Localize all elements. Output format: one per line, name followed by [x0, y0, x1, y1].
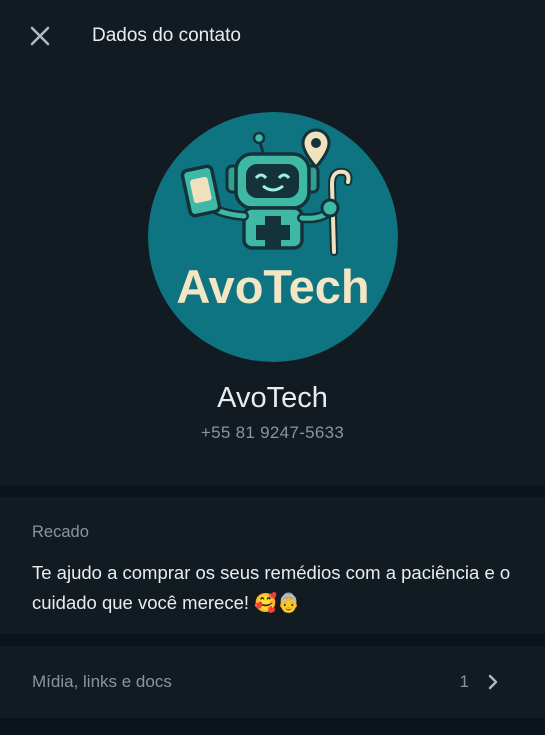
profile-section: AvoTech AvoTech +55 81 9247-5633 — [0, 72, 545, 485]
about-section: Recado Te ajudo a comprar os seus remédi… — [0, 497, 545, 634]
contact-phone: +55 81 9247-5633 — [200, 423, 345, 442]
media-links-docs-row[interactable]: Mídia, links e docs 1 — [0, 646, 545, 718]
panel-header: Dados do contato — [0, 0, 545, 72]
close-button[interactable] — [26, 22, 54, 50]
header-title: Dados do contato — [92, 25, 241, 46]
about-text-container: Te ajudo a comprar os seus remédios com … — [32, 558, 513, 619]
media-count: 1 — [459, 672, 469, 691]
avatar-wordmark: AvoTech — [176, 260, 369, 313]
close-icon — [30, 26, 50, 46]
media-label: Mídia, links e docs — [32, 672, 172, 691]
avatar[interactable]: AvoTech — [147, 112, 398, 362]
about-label: Recado — [32, 523, 89, 541]
avatar-logo-image: AvoTech — [147, 112, 398, 362]
about-emojis: 🥰👵 — [254, 593, 301, 614]
chevron-right-icon — [487, 674, 499, 690]
contact-info-panel: Dados do contato AvoTech AvoTech +55 81 … — [0, 0, 545, 735]
contact-name: AvoTech — [217, 382, 328, 414]
